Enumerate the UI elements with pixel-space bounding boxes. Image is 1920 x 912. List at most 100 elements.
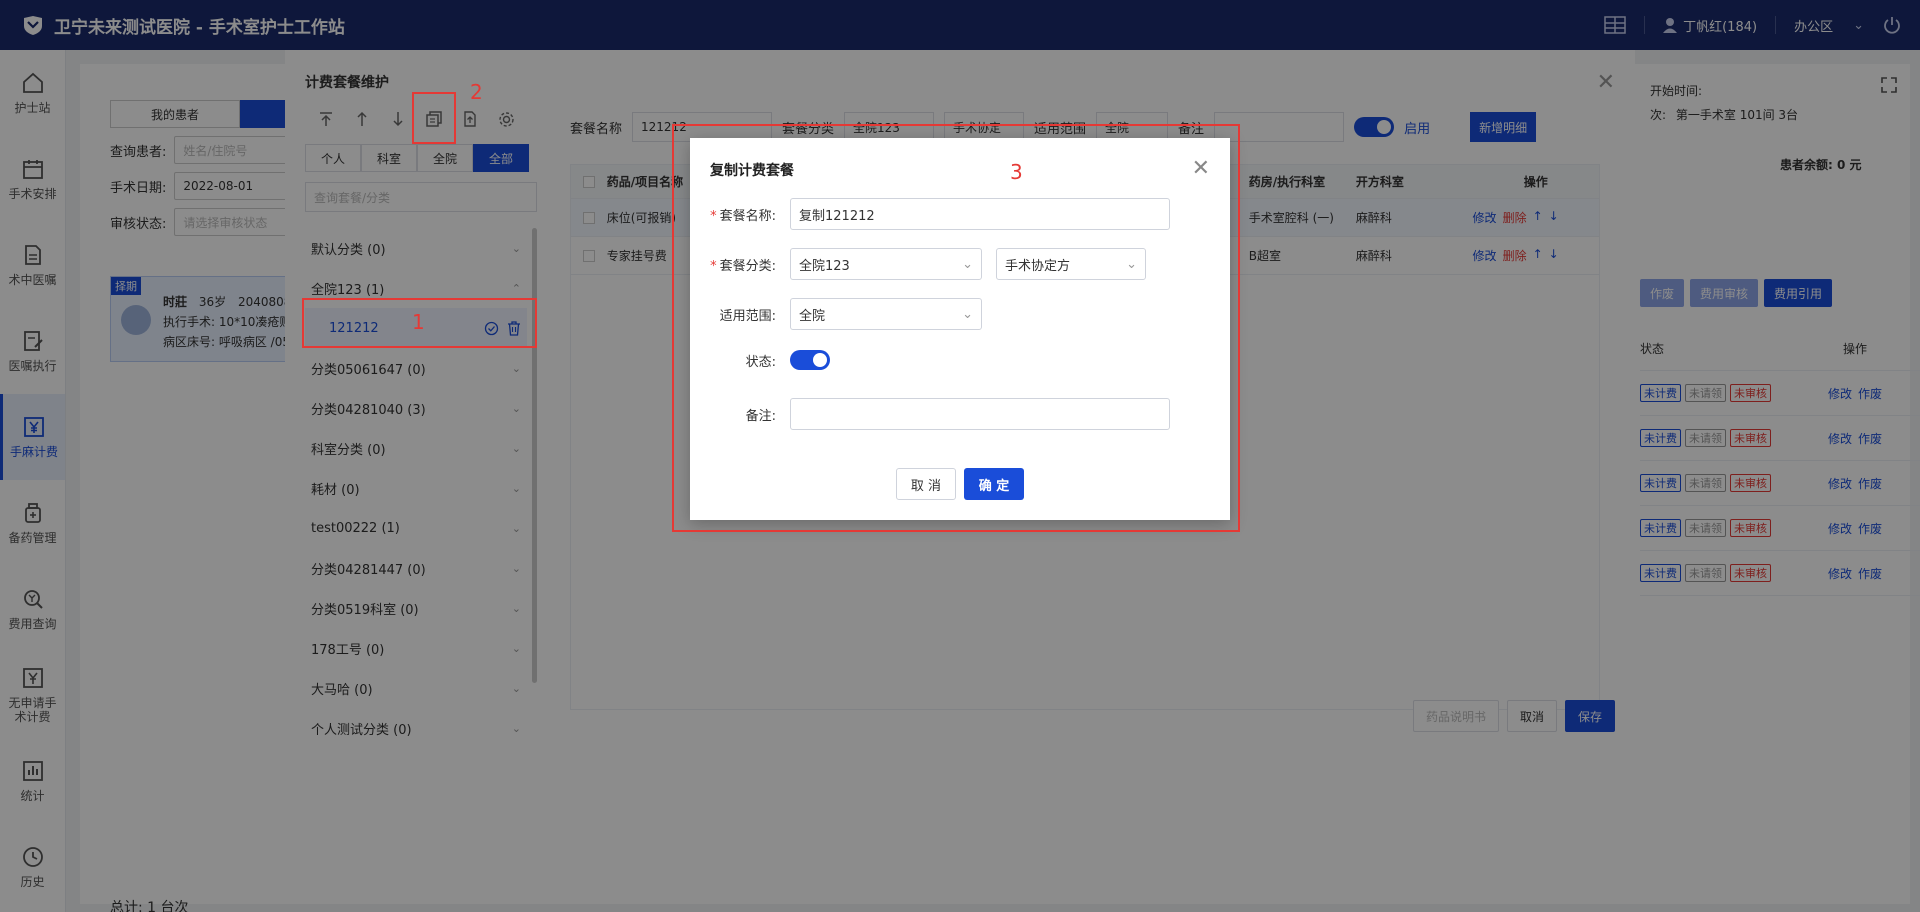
fee-audit-button[interactable]: 费用审核 — [1690, 279, 1759, 307]
category-label: 分类0519科室 (0) — [311, 602, 419, 618]
yuan-icon — [22, 668, 43, 688]
list-item[interactable]: 默认分类 (0) ⌄ — [305, 228, 527, 268]
sidebar-item-nurse-station[interactable]: 护士站 — [0, 50, 65, 136]
sidebar-item-statistics[interactable]: 统计 — [0, 738, 65, 824]
list-item[interactable]: 分类04281040 (3) ⌄ — [305, 388, 527, 428]
fee-reference-button[interactable]: 费用引用 — [1764, 279, 1833, 307]
close-icon[interactable]: ✕ — [1597, 70, 1615, 95]
segment-all[interactable]: 全部 — [473, 144, 529, 172]
arrow-down-icon[interactable]: ↓ — [1549, 247, 1559, 264]
annotation-number-2: 2 — [470, 80, 483, 104]
list-item[interactable]: 耗材 (0) ⌄ — [305, 468, 527, 508]
chevron-down-icon: ⌄ — [511, 401, 521, 415]
delete-link[interactable]: 删除 — [1503, 247, 1527, 264]
sidebar-item-label: 统计 — [20, 789, 45, 803]
sidebar-item-history[interactable]: 历史 — [0, 824, 65, 910]
sidebar-item-no-apply-billing[interactable]: 无申请手术计费 — [0, 652, 65, 738]
void-link[interactable]: 作废 — [1858, 475, 1882, 492]
segment-personal[interactable]: 个人 — [305, 144, 361, 172]
header-order-dept: 开方科室 — [1355, 175, 1404, 189]
layout-grid-icon[interactable] — [1604, 16, 1626, 34]
category-scrollbar[interactable] — [532, 228, 537, 683]
edit-link[interactable]: 修改 — [1828, 430, 1852, 447]
edit-link[interactable]: 修改 — [1828, 520, 1852, 537]
row-checkbox[interactable] — [583, 249, 595, 262]
status-cell: 未计费 未请领 未审核 — [1640, 474, 1790, 492]
void-link[interactable]: 作废 — [1858, 385, 1882, 402]
move-top-icon[interactable] — [315, 108, 337, 130]
select-all-checkbox[interactable] — [583, 175, 595, 188]
void-link[interactable]: 作废 — [1858, 520, 1882, 537]
save-button[interactable]: 保存 — [1564, 700, 1615, 732]
chevron-down-icon: ⌄ — [511, 681, 521, 695]
list-item[interactable]: 178工号 (0) ⌄ — [305, 628, 527, 668]
sidebar-item-label: 历史 — [20, 875, 45, 889]
list-item[interactable]: 大马哈 (0) ⌄ — [305, 668, 527, 708]
tab-my-patients[interactable]: 我的患者 — [110, 100, 240, 128]
sidebar-item-label: 备药管理 — [8, 531, 57, 545]
segment-hospital[interactable]: 全院 — [417, 144, 473, 172]
edit-link[interactable]: 修改 — [1828, 475, 1852, 492]
ops-cell: 修改 作废 — [1790, 475, 1920, 492]
dialog-footer: 药品说明书 取消 保存 — [1412, 700, 1615, 732]
list-item[interactable]: 个人测试分类 (0) ⌄ — [305, 708, 527, 748]
row-checkbox[interactable] — [583, 211, 595, 224]
chevron-down-icon: ⌄ — [511, 241, 521, 255]
sidebar-item-label: 费用查询 — [8, 617, 57, 631]
status-badge: 未请领 — [1685, 429, 1726, 447]
calendar-icon — [22, 160, 43, 179]
balance-info: 患者余额: 0 元 — [1780, 158, 1862, 172]
cancel-button[interactable]: 取消 — [1506, 700, 1557, 732]
document-icon — [24, 245, 41, 265]
room-value: 第一手术室 101间 3台 — [1675, 108, 1799, 122]
list-item[interactable]: 分类05061647 (0) ⌄ — [305, 348, 527, 388]
void-button[interactable]: 作废 — [1640, 279, 1685, 307]
drug-manual-button[interactable]: 药品说明书 — [1412, 700, 1499, 732]
move-down-icon[interactable] — [387, 108, 409, 130]
category-label: 大马哈 (0) — [311, 682, 373, 698]
add-detail-button[interactable]: 新增明细 — [1470, 112, 1537, 142]
category-search-input[interactable]: 查询套餐/分类 — [305, 182, 537, 212]
expand-icon[interactable] — [1880, 76, 1898, 94]
power-icon[interactable] — [1882, 15, 1902, 35]
arrow-up-icon[interactable]: ↑ — [1533, 247, 1543, 264]
hospital-logo-icon — [24, 16, 42, 35]
medicine-icon — [24, 503, 41, 523]
edit-link[interactable]: 修改 — [1828, 385, 1852, 402]
enable-toggle[interactable] — [1354, 117, 1395, 137]
table-header: 状态 操作 — [1640, 326, 1920, 371]
void-link[interactable]: 作废 — [1858, 430, 1882, 447]
edit-link[interactable]: 修改 — [1473, 247, 1497, 264]
ops-cell: 修改 作废 — [1790, 430, 1920, 447]
gear-icon[interactable] — [495, 108, 517, 130]
list-item[interactable]: 科室分类 (0) ⌄ — [305, 428, 527, 468]
list-item[interactable]: test00222 (1) ⌄ — [305, 508, 527, 548]
list-item[interactable]: 分类04281447 (0) ⌄ — [305, 548, 527, 588]
category-label: 默认分类 (0) — [311, 242, 386, 258]
office-select[interactable]: 办公区 ⌄ — [1794, 16, 1864, 35]
export-icon[interactable] — [459, 108, 481, 130]
sidebar-item-fee-query[interactable]: 费用查询 — [0, 566, 65, 652]
annotation-number-1: 1 — [412, 310, 425, 334]
sidebar-item-surgery-schedule[interactable]: 手术安排 — [0, 136, 65, 222]
sidebar-item-anesthesia-billing[interactable]: 手麻计费 — [0, 394, 65, 480]
segment-department[interactable]: 科室 — [361, 144, 417, 172]
date-row: 手术日期: 2022-08-01 — [110, 172, 305, 200]
sidebar-item-intraop-orders[interactable]: 术中医嘱 — [0, 222, 65, 308]
edit-link[interactable]: 修改 — [1828, 565, 1852, 582]
sidebar-item-order-execution[interactable]: 医嘱执行 — [0, 308, 65, 394]
sidebar-item-medicine-prep[interactable]: 备药管理 — [0, 480, 65, 566]
arrow-down-icon[interactable]: ↓ — [1549, 209, 1559, 226]
edit-link[interactable]: 修改 — [1473, 209, 1497, 226]
patient-age: 36岁 — [198, 295, 227, 309]
enable-label: 启用 — [1404, 121, 1431, 137]
user-menu[interactable]: 丁帆红(184) — [1663, 16, 1757, 35]
void-link[interactable]: 作废 — [1858, 565, 1882, 582]
arrow-up-icon[interactable]: ↑ — [1533, 209, 1543, 226]
list-item[interactable]: 分类0519科室 (0) ⌄ — [305, 588, 527, 628]
delete-link[interactable]: 删除 — [1503, 209, 1527, 226]
ops-cell: 修改 作废 — [1790, 520, 1920, 537]
patient-name: 时莊 — [163, 295, 188, 309]
start-time-label: 开始时间: — [1650, 84, 1703, 98]
move-up-icon[interactable] — [351, 108, 373, 130]
